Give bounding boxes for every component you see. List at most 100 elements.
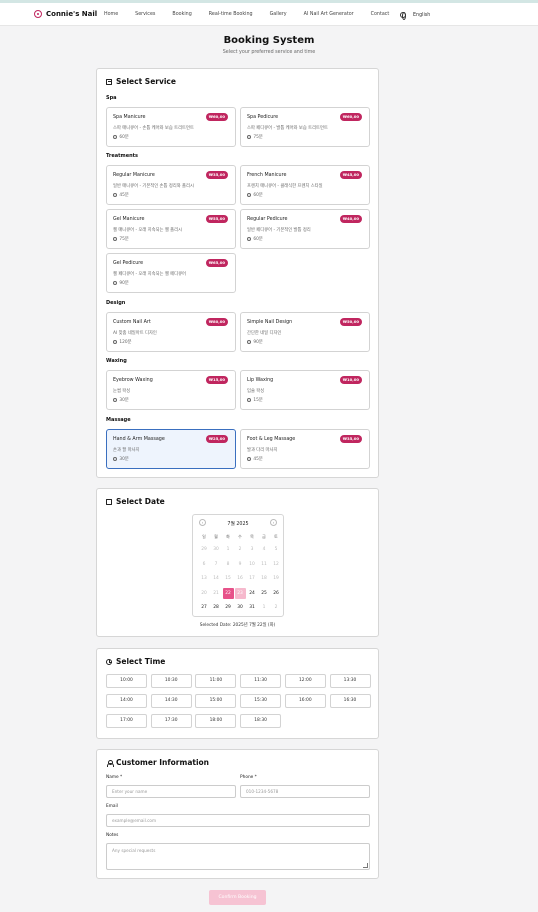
service-card[interactable]: Custom Nail Art ₩80,00 AI 맞춤 네일아트 디자인 12… [106, 312, 236, 352]
calendar-icon [106, 498, 112, 505]
weekday-label: 목 [250, 534, 254, 539]
nav-link-booking[interactable]: Booking [172, 12, 191, 17]
service-card[interactable]: Eyebrow Waxing ₩15,00 눈썹 왁싱 30분 [106, 370, 236, 410]
calendar-day-disabled: 15 [225, 576, 231, 581]
email-label: Email [106, 804, 118, 809]
service-card-selected[interactable]: Hand & Arm Massage ₩25,00 손과 팔 마사지 30분 [106, 429, 236, 469]
next-month-button[interactable]: › [270, 519, 277, 526]
service-card[interactable]: Lip Waxing ₩10,00 입술 왁싱 15분 [240, 370, 370, 410]
time-slot-button[interactable]: 13:30 [329, 674, 371, 688]
duration-text: 60분 [253, 193, 263, 198]
calendar-day[interactable]: 24 [247, 588, 258, 599]
service-name: Spa Pedicure [247, 115, 279, 120]
time-slot-button[interactable]: 10:30 [150, 674, 192, 688]
service-description: 일반 매니큐어 - 기본적인 손톱 정리와 폴리시 [113, 184, 194, 189]
time-slot-button[interactable]: 14:30 [150, 694, 192, 708]
calendar-day-disabled: 2 [238, 547, 242, 552]
service-heading: Select Service [106, 77, 176, 86]
service-description: 입술 왁싱 [247, 389, 265, 394]
language-selector[interactable]: English [400, 12, 430, 20]
calendar-day-disabled: 2 [274, 605, 278, 610]
time-slot-button[interactable]: 15:00 [195, 694, 237, 708]
calendar-day-disabled: 6 [202, 561, 206, 567]
service-card[interactable]: Gel Pedicure ₩65,00 젤 페디큐어 - 오래 지속되는 젤 페… [106, 253, 236, 293]
calendar-day[interactable]: 23 [234, 587, 246, 599]
phone-input[interactable]: 010-1234-5678 [240, 785, 370, 798]
notes-placeholder: Any special requests [112, 848, 156, 853]
brand-logo[interactable]: Connie's Nail [34, 10, 104, 18]
service-name: Foot & Leg Massage [247, 437, 296, 442]
time-slot-button[interactable]: 11:30 [240, 674, 282, 688]
time-slot-button[interactable]: 16:30 [329, 694, 371, 708]
nav-link-services[interactable]: Services [135, 12, 155, 17]
calendar-day-disabled: 14 [213, 576, 219, 581]
calendar-day[interactable]: 30 [235, 602, 246, 613]
clock-icon [106, 658, 112, 665]
time-slot-button[interactable]: 16:00 [284, 694, 326, 708]
time-slot-button[interactable]: 11:00 [195, 674, 237, 688]
confirm-booking-button[interactable]: Confirm Booking [209, 890, 266, 905]
calendar-day[interactable]: 29 [223, 602, 234, 613]
category-design: Design [106, 300, 126, 306]
duration-text: 15분 [253, 398, 263, 403]
time-slot-button[interactable]: 10:00 [106, 674, 147, 688]
nav-link-ai-nail-art[interactable]: AI Nail Art Generator [304, 12, 354, 17]
service-name: Custom Nail Art [113, 320, 151, 325]
duration-text: 60분 [119, 135, 129, 140]
page-title: Booking System [223, 35, 315, 46]
clock-icon [113, 192, 118, 198]
phone-label: Phone * [240, 775, 257, 780]
calendar-day-disabled: 30 [213, 547, 219, 552]
calendar-day[interactable]: 27 [199, 602, 210, 613]
calendar-day[interactable]: 28 [211, 602, 222, 613]
calendar-day[interactable]: 31 [247, 602, 258, 613]
service-card[interactable]: Spa Pedicure ₩60,00 스파 페디큐어 - 발톱 케어와 보습 … [240, 107, 370, 147]
service-description: 스파 매니큐어 - 손톱 케어와 보습 트리트먼트 [113, 126, 194, 131]
time-slot-button[interactable]: 15:30 [240, 694, 282, 708]
customer-section: Customer Information Name * Enter your n… [96, 749, 379, 879]
calendar-day-selected[interactable]: 22 [222, 587, 234, 599]
page-subtitle: Select your preferred service and time [222, 50, 316, 55]
duration-text: 90분 [119, 281, 129, 286]
service-heading-text: Select Service [116, 77, 176, 86]
time-slot-button[interactable]: 14:00 [106, 694, 147, 708]
service-description: 간단한 네일 디자인 [247, 331, 282, 336]
service-card[interactable]: Gel Manicure ₩55,00 젤 매니큐어 - 오래 지속되는 젤 폴… [106, 209, 236, 249]
service-duration: 60분 [247, 192, 263, 198]
calendar-day[interactable]: 26 [271, 588, 282, 599]
navbar: Connie's Nail Home Services Booking Real… [0, 3, 538, 26]
service-name: Eyebrow Waxing [113, 378, 153, 383]
service-card[interactable]: French Manicure ₩45,00 프렌치 매니큐어 - 클래식한 프… [240, 165, 370, 205]
service-duration: 75분 [113, 236, 129, 242]
calendar-day[interactable]: 25 [259, 588, 270, 599]
nav-link-realtime-booking[interactable]: Real-time Booking [209, 12, 253, 17]
clock-icon [113, 339, 118, 345]
time-slot-button[interactable]: 12:00 [284, 674, 326, 688]
calendar-day-disabled: 18 [261, 576, 267, 581]
notes-textarea[interactable]: Any special requests [106, 843, 370, 870]
time-slot-button[interactable]: 18:30 [240, 714, 282, 728]
resize-handle-icon[interactable] [363, 863, 368, 868]
service-description: 일반 페디큐어 - 기본적인 발톱 정리 [247, 228, 311, 233]
time-slot-button[interactable]: 17:00 [106, 714, 147, 728]
category-spa: Spa [106, 95, 117, 101]
calendar-day-disabled: 11 [261, 561, 267, 567]
name-input[interactable]: Enter your name [106, 785, 236, 798]
service-card[interactable]: Simple Nail Design ₩50,00 간단한 네일 디자인 90분 [240, 312, 370, 352]
service-card[interactable]: Spa Manicure ₩60,00 스파 매니큐어 - 손톱 케어와 보습 … [106, 107, 236, 147]
weekday-label: 일 [202, 534, 206, 539]
time-slot-button[interactable]: 18:00 [195, 714, 237, 728]
nav-link-home[interactable]: Home [104, 12, 118, 17]
time-section: Select Time 10:00 10:30 11:00 11:30 12:00 13:… [96, 648, 379, 739]
calendar-day-disabled: 19 [273, 576, 279, 581]
service-card[interactable]: Regular Pedicure ₩40,00 일반 페디큐어 - 기본적인 발… [240, 209, 370, 249]
service-name: Spa Manicure [113, 115, 146, 120]
time-slot-button[interactable]: 17:30 [150, 714, 192, 728]
nav-link-gallery[interactable]: Gallery [270, 12, 287, 17]
service-card[interactable]: Foot & Leg Massage ₩35,00 발과 다리 마사지 45분 [240, 429, 370, 469]
email-input[interactable]: example@email.com [106, 814, 370, 827]
duration-text: 90분 [253, 340, 263, 345]
service-card[interactable]: Regular Manicure ₩35,00 일반 매니큐어 - 기본적인 손… [106, 165, 236, 205]
nav-link-contact[interactable]: Contact [371, 12, 390, 17]
service-description: 젤 매니큐어 - 오래 지속되는 젤 폴리시 [113, 228, 183, 233]
